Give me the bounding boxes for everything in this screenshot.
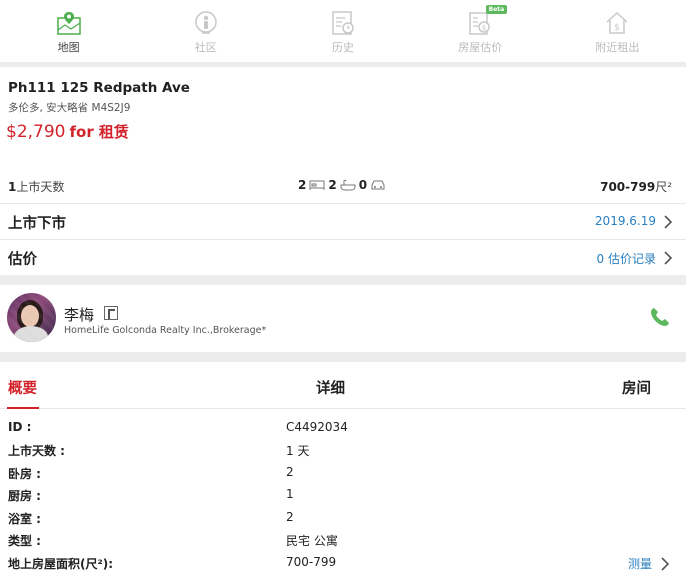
nav-item-community[interactable]: 社区 — [137, 0, 274, 62]
details-tabs: 概要 详细 房间 — [0, 362, 686, 409]
chevron-right-icon — [663, 250, 673, 265]
detail-value: C4492034 — [286, 420, 348, 434]
detail-key: 类型 : — [8, 534, 41, 548]
nav-label-history: 历史 — [332, 41, 354, 54]
bed-icon — [309, 179, 325, 191]
detail-key: 浴室 : — [8, 512, 41, 526]
details-panel: 概要 详细 房间 ID : C4492034 上市天数 : 1 天 卧房 : 2… — [0, 362, 686, 578]
days-label: 上市天数 — [16, 180, 65, 194]
sqft-unit: 尺² — [655, 180, 672, 194]
tab-details[interactable]: 详细 — [316, 377, 345, 398]
detail-row-area: 地上房屋面积(尺²): 700-799 测量 — [0, 552, 686, 574]
detail-value: 1 — [286, 487, 294, 501]
parking-count: 0 — [358, 178, 368, 192]
bath-icon — [340, 179, 356, 191]
nav-item-valuation[interactable]: $ Beta 房屋估价 — [412, 0, 549, 62]
listing-history-title: 上市下市 — [8, 216, 66, 232]
nav-label-community: 社区 — [194, 41, 217, 54]
measure-label: 测量 — [627, 557, 652, 571]
tab-active-indicator — [7, 407, 39, 409]
page: 地图 社区 历史 $ Beta 房屋估价 $ 附近租出 Ph111 125 Re… — [0, 0, 686, 578]
realtor-badge-icon — [104, 306, 118, 320]
detail-key: 厨房 : — [8, 489, 41, 503]
detail-key: 卧房 : — [8, 467, 41, 481]
person-pin-icon — [193, 10, 219, 36]
listing-stats: 1上市天数 2 2 0 700-799尺² — [0, 171, 686, 201]
listing-price: $2,790 for 租赁 — [6, 121, 129, 142]
days-on-market: 1上市天数 — [8, 178, 64, 195]
listing-sqft: 700-799尺² — [600, 178, 672, 195]
tab-rooms[interactable]: 房间 — [622, 377, 651, 398]
map-icon — [56, 10, 82, 36]
phone-icon[interactable] — [650, 307, 670, 327]
detail-row-type: 类型 : 民宅 公寓 — [0, 529, 686, 551]
valuation-icon: $ Beta — [467, 5, 508, 36]
nav-label-valuation: 房屋估价 — [458, 41, 503, 54]
listing-history-row[interactable]: 上市下市 2019.6.19 — [0, 203, 686, 239]
beta-badge: Beta — [485, 5, 508, 14]
detail-row-id: ID : C4492034 — [0, 417, 686, 439]
estimate-title: 估价 — [8, 252, 37, 268]
room-counts: 2 2 0 — [298, 178, 386, 192]
chevron-right-icon — [661, 556, 670, 571]
listing-date: 2019.6.19 — [594, 214, 656, 228]
estimate-records: 0 估价记录 — [596, 252, 656, 266]
estimate-row[interactable]: 估价 0 估价记录 — [0, 239, 686, 275]
detail-value: 2 — [286, 465, 294, 479]
nav-label-nearby-rented: 附近租出 — [595, 41, 640, 54]
detail-value: 民宅 公寓 — [286, 534, 338, 548]
detail-key: 地上房屋面积(尺²): — [8, 557, 114, 571]
nav-item-map[interactable]: 地图 — [0, 0, 137, 62]
baths-count: 2 — [328, 178, 337, 192]
price-suffix: for 租赁 — [69, 123, 129, 141]
nav-item-nearby-rented[interactable]: $ 附近租出 — [549, 0, 686, 62]
tab-summary[interactable]: 概要 — [8, 377, 37, 398]
history-icon — [330, 10, 356, 36]
sqft-value: 700-799 — [600, 180, 656, 194]
agent-name: 李梅 — [64, 306, 95, 324]
detail-value: 2 — [286, 510, 294, 524]
listing-city: 多伦多, 安大略省 M4S2J9 — [8, 102, 131, 114]
chevron-right-icon — [663, 214, 673, 229]
house-dollar-icon: $ — [604, 10, 630, 36]
svg-text:$: $ — [482, 24, 486, 32]
avatar — [7, 293, 56, 342]
nav-label-map: 地图 — [57, 41, 80, 54]
svg-text:$: $ — [615, 23, 621, 33]
detail-value: 700-799 — [286, 555, 337, 569]
car-icon — [370, 179, 386, 191]
top-nav: 地图 社区 历史 $ Beta 房屋估价 $ 附近租出 — [0, 0, 686, 62]
detail-row-kitchens: 厨房 : 1 — [0, 484, 686, 506]
price-value: $2,790 — [6, 122, 66, 142]
listing-address: Ph111 125 Redpath Ave — [8, 80, 190, 96]
detail-key: 上市天数 : — [8, 444, 65, 458]
detail-value: 1 天 — [286, 444, 310, 458]
measure-link[interactable]: 测量 — [628, 555, 670, 572]
beds-count: 2 — [298, 178, 307, 192]
nav-item-history[interactable]: 历史 — [274, 0, 411, 62]
listing-card: Ph111 125 Redpath Ave 多伦多, 安大略省 M4S2J9 $… — [0, 67, 686, 275]
detail-row-days: 上市天数 : 1 天 — [0, 439, 686, 461]
detail-row-bathrooms: 浴室 : 2 — [0, 507, 686, 529]
agent-card[interactable]: 李梅 HomeLife Golconda Realty Inc.,Brokera… — [0, 285, 686, 352]
detail-key: ID : — [8, 420, 32, 434]
detail-row-bedrooms: 卧房 : 2 — [0, 462, 686, 484]
agent-brokerage: HomeLife Golconda Realty Inc.,Brokerage* — [64, 325, 267, 336]
